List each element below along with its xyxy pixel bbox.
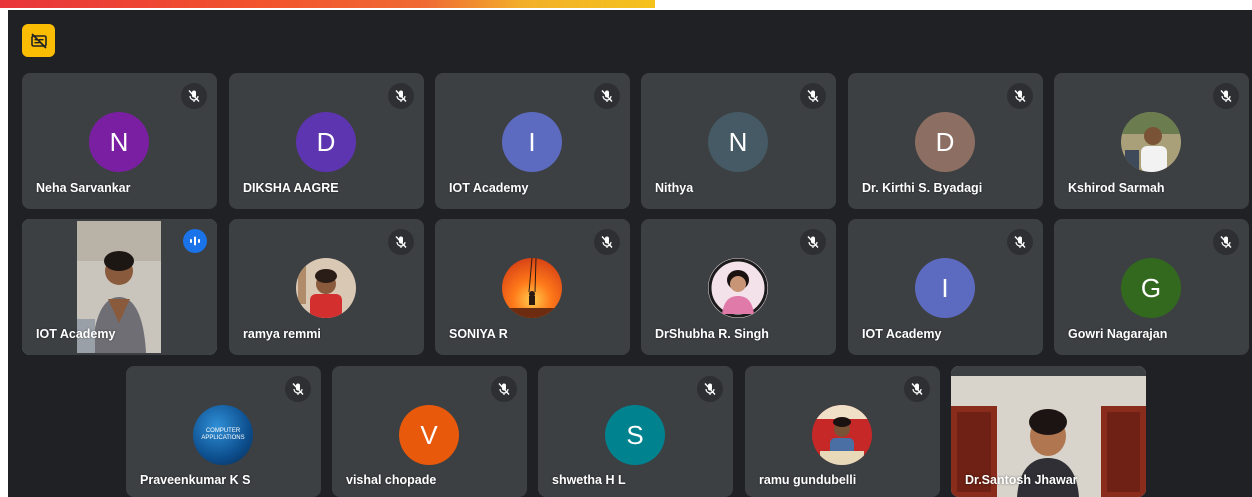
participant-name: DrShubha R. Singh: [655, 327, 769, 341]
mic-off-icon: [800, 83, 826, 109]
participant-name: Kshirod Sarmah: [1068, 181, 1165, 195]
mic-off-icon: [285, 376, 311, 402]
participant-tile[interactable]: ramu gundubelli: [745, 366, 940, 497]
meeting-grid: N Neha Sarvankar D DIKSHA AAGRE I IOT Ac…: [8, 10, 1252, 497]
avatar-photo: [812, 405, 872, 465]
participant-tile[interactable]: I IOT Academy: [848, 219, 1043, 355]
participant-name: Praveenkumar K S: [140, 473, 251, 487]
participant-tile[interactable]: S shwetha H L: [538, 366, 733, 497]
mic-off-icon: [800, 229, 826, 255]
avatar: D: [296, 112, 356, 172]
mic-off-icon: [388, 83, 414, 109]
participant-tile[interactable]: D Dr. Kirthi S. Byadagi: [848, 73, 1043, 209]
avatar-photo: [1121, 112, 1181, 172]
participant-tile[interactable]: G Gowri Nagarajan: [1054, 219, 1249, 355]
avatar: N: [89, 112, 149, 172]
participant-tile[interactable]: DrShubha R. Singh: [641, 219, 836, 355]
participant-name: ramya remmi: [243, 327, 321, 341]
participant-tile[interactable]: Kshirod Sarmah: [1054, 73, 1249, 209]
participant-name: Neha Sarvankar: [36, 181, 131, 195]
avatar: I: [502, 112, 562, 172]
mic-off-icon: [594, 83, 620, 109]
speaking-indicator-icon: [183, 229, 207, 253]
avatar: D: [915, 112, 975, 172]
participant-name: IOT Academy: [862, 327, 942, 341]
mic-off-icon: [1007, 229, 1033, 255]
participant-name: Nithya: [655, 181, 694, 195]
captions-off-icon: [30, 32, 47, 49]
mic-off-icon: [1007, 83, 1033, 109]
participant-tile[interactable]: SONIYA R: [435, 219, 630, 355]
mic-off-icon: [181, 83, 207, 109]
mic-off-icon: [388, 229, 414, 255]
participant-name: SONIYA R: [449, 327, 508, 341]
avatar-photo: [502, 258, 562, 318]
mic-off-icon: [1213, 229, 1239, 255]
avatar: G: [1121, 258, 1181, 318]
participant-name: IOT Academy: [36, 327, 116, 341]
avatar-photo: [708, 258, 768, 318]
avatar: I: [915, 258, 975, 318]
mic-off-icon: [697, 376, 723, 402]
participant-tile-active-speaker[interactable]: IOT Academy: [22, 219, 217, 355]
participant-name: Dr. Kirthi S. Byadagi: [862, 181, 983, 195]
participant-tile[interactable]: N Neha Sarvankar: [22, 73, 217, 209]
participant-name: shwetha H L: [552, 473, 626, 487]
avatar-logo: COMPUTER APPLICATIONS: [193, 405, 253, 465]
participant-tile[interactable]: D DIKSHA AAGRE: [229, 73, 424, 209]
participant-tile[interactable]: N Nithya: [641, 73, 836, 209]
participant-name: Dr.Santosh Jhawar: [965, 473, 1078, 487]
avatar-photo: [296, 258, 356, 318]
mic-off-icon: [491, 376, 517, 402]
avatar-logo-text: COMPUTER APPLICATIONS: [201, 428, 245, 441]
participant-name: DIKSHA AAGRE: [243, 181, 339, 195]
participant-tile[interactable]: I IOT Academy: [435, 73, 630, 209]
avatar: V: [399, 405, 459, 465]
avatar: S: [605, 405, 665, 465]
avatar: N: [708, 112, 768, 172]
participant-tile[interactable]: ramya remmi: [229, 219, 424, 355]
participant-name: Gowri Nagarajan: [1068, 327, 1168, 341]
mic-off-icon: [904, 376, 930, 402]
participant-name: IOT Academy: [449, 181, 529, 195]
participant-tile[interactable]: COMPUTER APPLICATIONS Praveenkumar K S: [126, 366, 321, 497]
participant-tile[interactable]: V vishal chopade: [332, 366, 527, 497]
participant-tile[interactable]: Dr.Santosh Jhawar: [951, 366, 1146, 497]
mic-off-icon: [594, 229, 620, 255]
captions-toggle-button[interactable]: [22, 24, 55, 57]
participant-name: ramu gundubelli: [759, 473, 857, 487]
mic-off-icon: [1213, 83, 1239, 109]
top-color-strip: [0, 0, 655, 8]
participant-name: vishal chopade: [346, 473, 437, 487]
